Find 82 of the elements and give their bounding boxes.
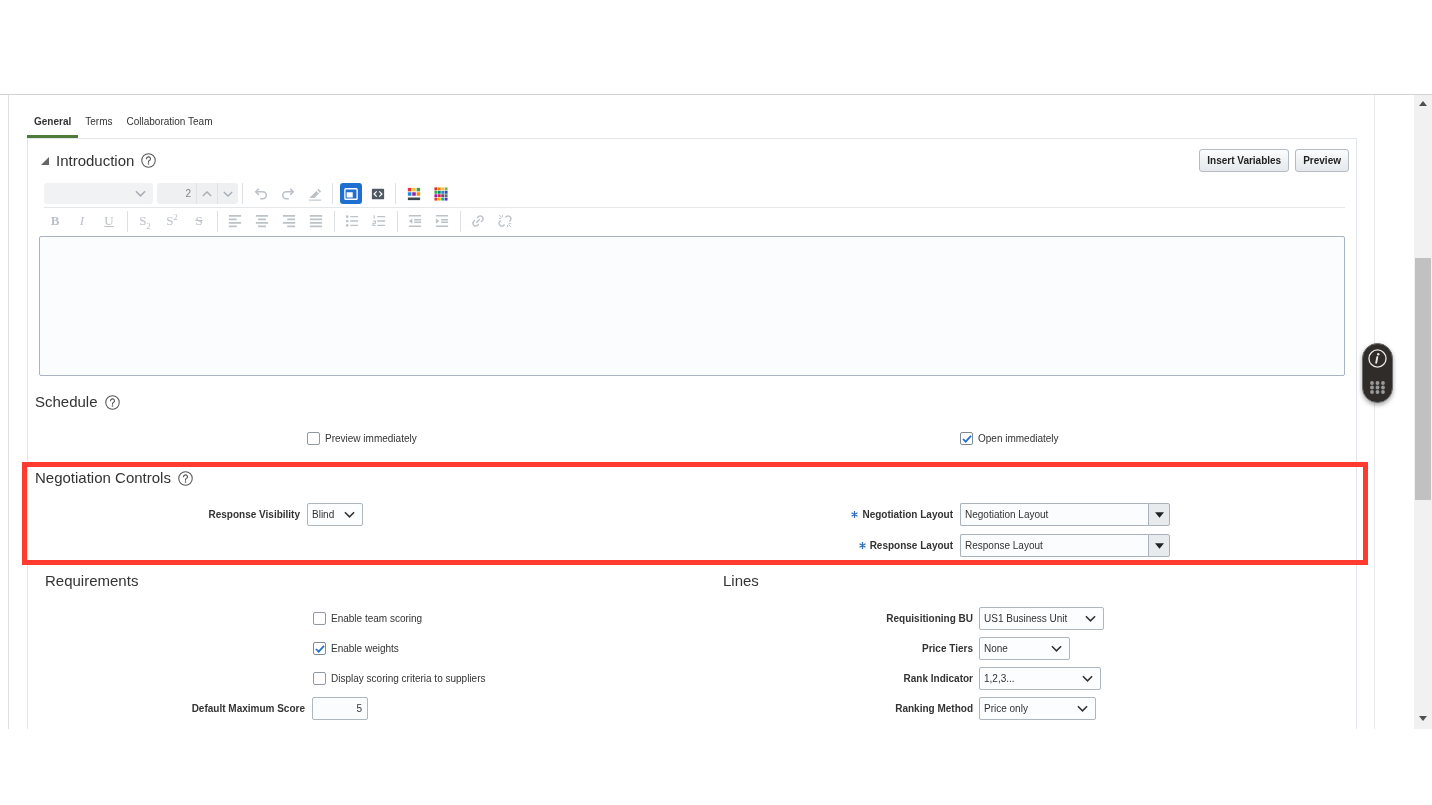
floating-help-widget[interactable] [1362,343,1393,403]
help-icon[interactable] [177,470,193,486]
dropdown[interactable]: US1 Business Unit [979,607,1104,630]
field-label: Price Tiers [922,643,973,654]
dropdown-button[interactable] [1148,534,1170,557]
section-title: Lines [723,571,759,591]
combobox-field[interactable]: Negotiation Layout [960,503,1148,526]
section-title: Schedule [35,392,98,412]
indent-icon [435,214,449,228]
tab[interactable]: Collaboration Team [119,110,220,138]
action-button[interactable]: Insert Variables [1199,149,1290,172]
align-right-icon [282,214,296,228]
broken-link-icon [498,214,512,228]
dropdown[interactable]: Price only [979,697,1096,720]
checkbox-label[interactable]: Preview immediately [325,433,417,444]
link-icon [471,214,485,228]
bullet-list-icon [345,214,359,228]
dropdown-button[interactable] [1148,503,1170,526]
help-icon[interactable] [104,394,120,410]
chevron-down-icon [1051,645,1062,652]
scrollbar-track[interactable] [1414,95,1432,729]
align-left-icon [228,214,242,228]
field-label: Response Visibility [208,509,300,520]
number-field[interactable]: 5 [312,697,368,720]
checkmark-icon [961,434,972,443]
checkbox[interactable] [307,432,320,445]
field-label: Default Maximum Score [191,703,305,714]
checkbox[interactable] [960,432,973,445]
field-label: Requisitioning BU [886,613,973,624]
checkbox-label[interactable]: Enable team scoring [331,613,423,624]
tab[interactable]: General [27,110,79,138]
design-view-button[interactable] [339,183,362,204]
pencil-icon [307,186,322,201]
align-center-icon [255,214,269,228]
section-title: Introduction [56,150,135,171]
scroll-down-icon[interactable] [1419,716,1427,721]
undo-icon [253,186,268,201]
field-label: Response Layout [869,540,953,551]
dropdown[interactable]: Blind [307,503,363,526]
caret-down-icon [1154,511,1164,518]
tab[interactable]: Terms [78,110,120,138]
checkmark-icon [314,644,325,653]
color-grid-icon [433,186,448,201]
checkbox-label[interactable]: Display scoring criteria to suppliers [331,673,486,684]
action-button[interactable]: Preview [1295,149,1349,172]
help-icon[interactable] [141,153,157,168]
chevron-down-icon [1085,615,1096,622]
color-swatch-icon [406,186,421,201]
section-title: Negotiation Controls [35,468,171,488]
chevron-down-icon [1082,675,1093,682]
chevron-up-icon [202,190,212,197]
chevron-down-icon [135,190,146,197]
triangle-icon[interactable] [41,156,49,165]
chevron-down-icon [344,511,355,518]
caret-down-icon [1154,542,1164,549]
align-justify-icon [309,214,323,228]
checkbox[interactable] [313,642,326,655]
info-icon[interactable] [1368,349,1387,368]
dropdown[interactable]: None [979,637,1070,660]
editor-field[interactable] [39,236,1345,376]
field-label: Rank Indicator [903,673,973,684]
scrollbar-thumb[interactable] [1415,258,1431,500]
decrement-button[interactable] [217,183,238,204]
window-icon [343,186,358,201]
chevron-down-icon [1077,705,1088,712]
scroll-up-icon[interactable] [1419,101,1427,106]
checkbox-label[interactable]: Enable weights [331,643,399,654]
dots-grid-icon[interactable] [1370,381,1385,394]
checkbox[interactable] [313,612,326,625]
increment-button[interactable] [196,183,217,204]
chevron-down-icon [223,190,233,197]
redo-icon [280,186,295,201]
section-title: Requirements [45,571,139,591]
checkbox-label[interactable]: Open immediately [978,433,1059,444]
code-icon [370,186,385,201]
numbered-list-icon [372,214,386,228]
outdent-icon [408,214,422,228]
checkbox[interactable] [313,672,326,685]
field-label: Ranking Method [895,703,973,714]
field-label: Negotiation Layout [862,509,953,520]
combobox-field[interactable]: Response Layout [960,534,1148,557]
dropdown[interactable]: 1,2,3... [979,667,1101,690]
